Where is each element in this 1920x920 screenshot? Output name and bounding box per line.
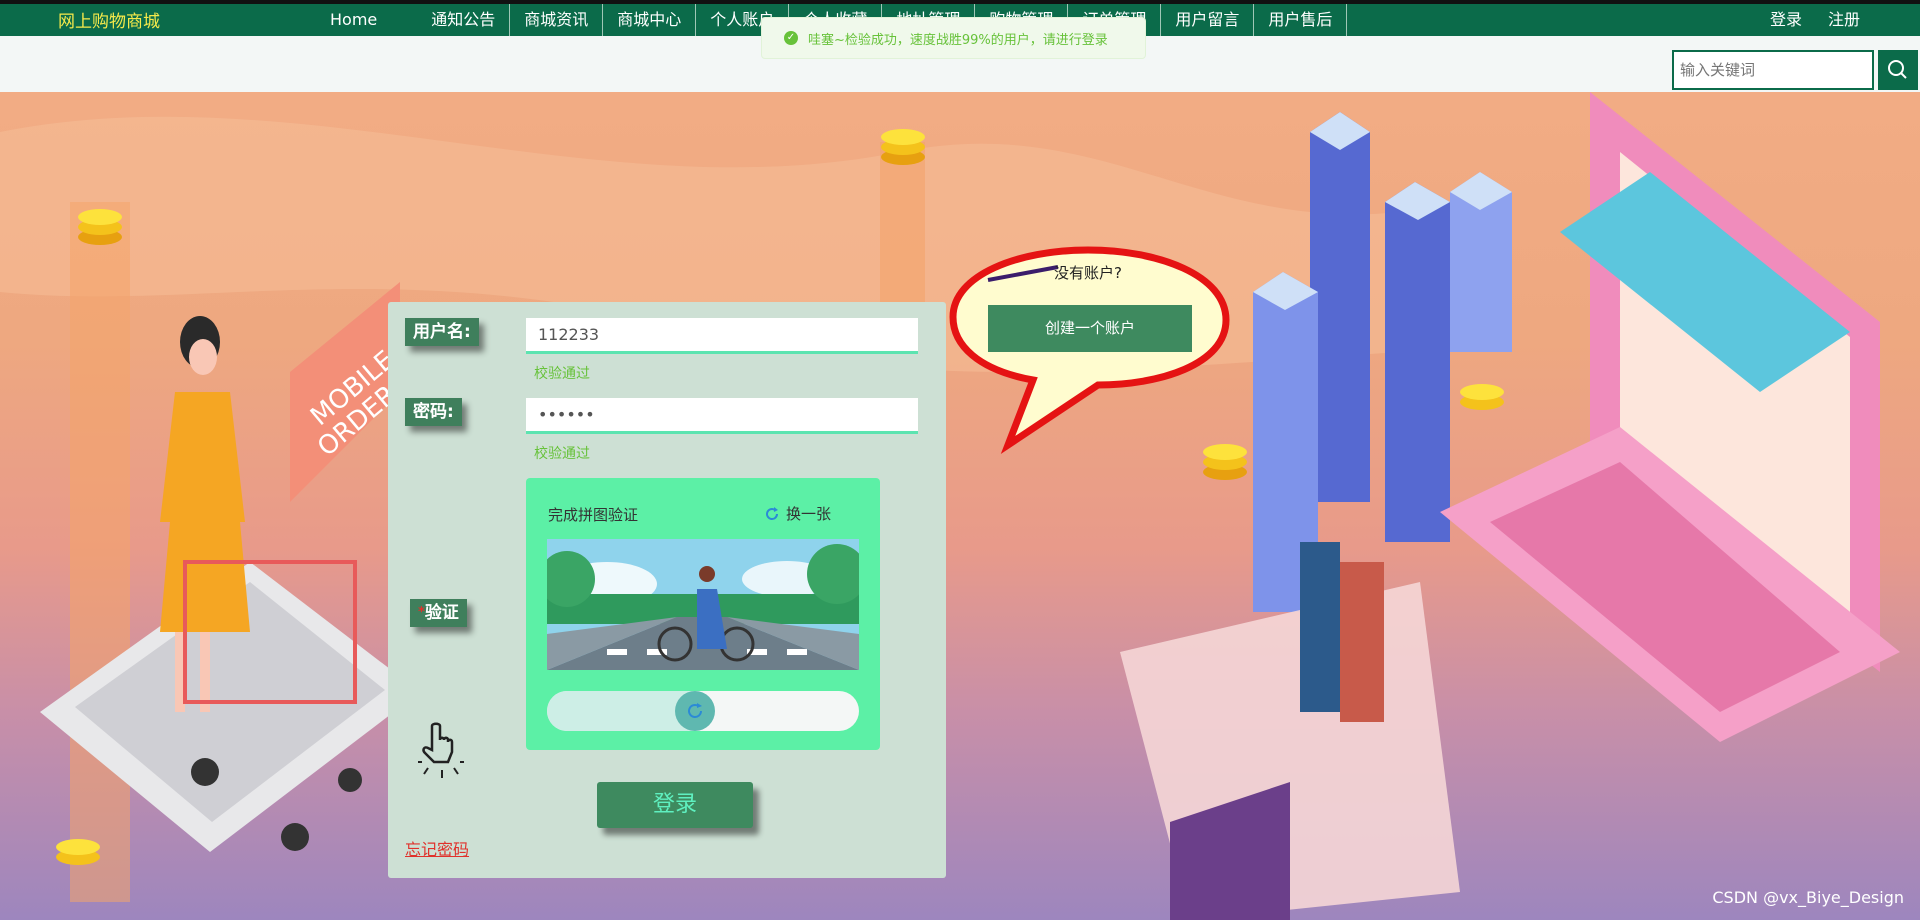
captcha-picture bbox=[547, 539, 859, 670]
nav-item-notices[interactable]: 通知公告 bbox=[417, 4, 511, 36]
nav-item-messages[interactable]: 用户留言 bbox=[1161, 4, 1255, 36]
no-account-question: 没有账户? bbox=[1054, 264, 1122, 282]
username-label: 用户名: bbox=[405, 318, 479, 346]
refresh-icon bbox=[766, 506, 779, 520]
captcha-slider[interactable] bbox=[547, 691, 859, 731]
login-button[interactable]: 登录 bbox=[597, 782, 753, 828]
search-icon bbox=[1888, 60, 1907, 79]
search-input[interactable] bbox=[1672, 50, 1874, 90]
toast-message: 哇塞~检验成功，速度战胜99%的用户，请进行登录 bbox=[808, 32, 1108, 48]
success-toast: ✓ 哇塞~检验成功，速度战胜99%的用户，请进行登录 bbox=[761, 17, 1146, 59]
verify-label-text: 验证 bbox=[424, 603, 459, 623]
create-account-button[interactable]: 创建一个账户 bbox=[988, 305, 1192, 352]
captcha-image bbox=[547, 539, 859, 670]
hero-illustration: MOBILE ORDER bbox=[0, 92, 1920, 920]
password-field[interactable]: •••••• bbox=[526, 398, 918, 434]
captcha-refresh[interactable]: 换一张 bbox=[764, 503, 831, 524]
password-label: 密码: bbox=[405, 398, 462, 426]
watermark: CSDN @vx_Biye_Design bbox=[1712, 888, 1904, 907]
search-button[interactable] bbox=[1878, 50, 1918, 90]
verify-label: *验证 bbox=[410, 599, 467, 627]
nav-item-home[interactable]: Home bbox=[290, 4, 417, 36]
nav-item-after-sales[interactable]: 用户售后 bbox=[1254, 4, 1348, 36]
slider-handle[interactable] bbox=[675, 691, 715, 731]
register-link[interactable]: 注册 bbox=[1828, 4, 1860, 36]
auth-links: 登录 注册 bbox=[1770, 4, 1860, 36]
nav-item-news[interactable]: 商城资讯 bbox=[510, 4, 604, 36]
hero-art: MOBILE ORDER bbox=[0, 92, 1900, 920]
slider-track-fill bbox=[547, 691, 695, 731]
captcha-refresh-label: 换一张 bbox=[786, 505, 832, 523]
forgot-password-link[interactable]: 忘记密码 bbox=[405, 836, 469, 860]
password-hint: 校验通过 bbox=[534, 446, 590, 462]
login-link[interactable]: 登录 bbox=[1770, 4, 1802, 36]
captcha-title: 完成拼图验证 bbox=[548, 506, 639, 524]
refresh-icon bbox=[688, 703, 702, 718]
username-hint: 校验通过 bbox=[534, 366, 590, 382]
check-icon: ✓ bbox=[784, 31, 798, 45]
pointing-hand-icon bbox=[418, 722, 464, 778]
login-panel: 用户名: 112233 校验通过 密码: •••••• 校验通过 *验证 完成拼… bbox=[388, 302, 946, 878]
required-mark: * bbox=[418, 605, 425, 620]
brand-logo[interactable]: 网上购物商城 bbox=[58, 7, 160, 32]
captcha-box: 完成拼图验证 换一张 bbox=[526, 478, 880, 750]
username-field[interactable]: 112233 bbox=[526, 318, 918, 354]
nav-item-mall-center[interactable]: 商城中心 bbox=[603, 4, 697, 36]
